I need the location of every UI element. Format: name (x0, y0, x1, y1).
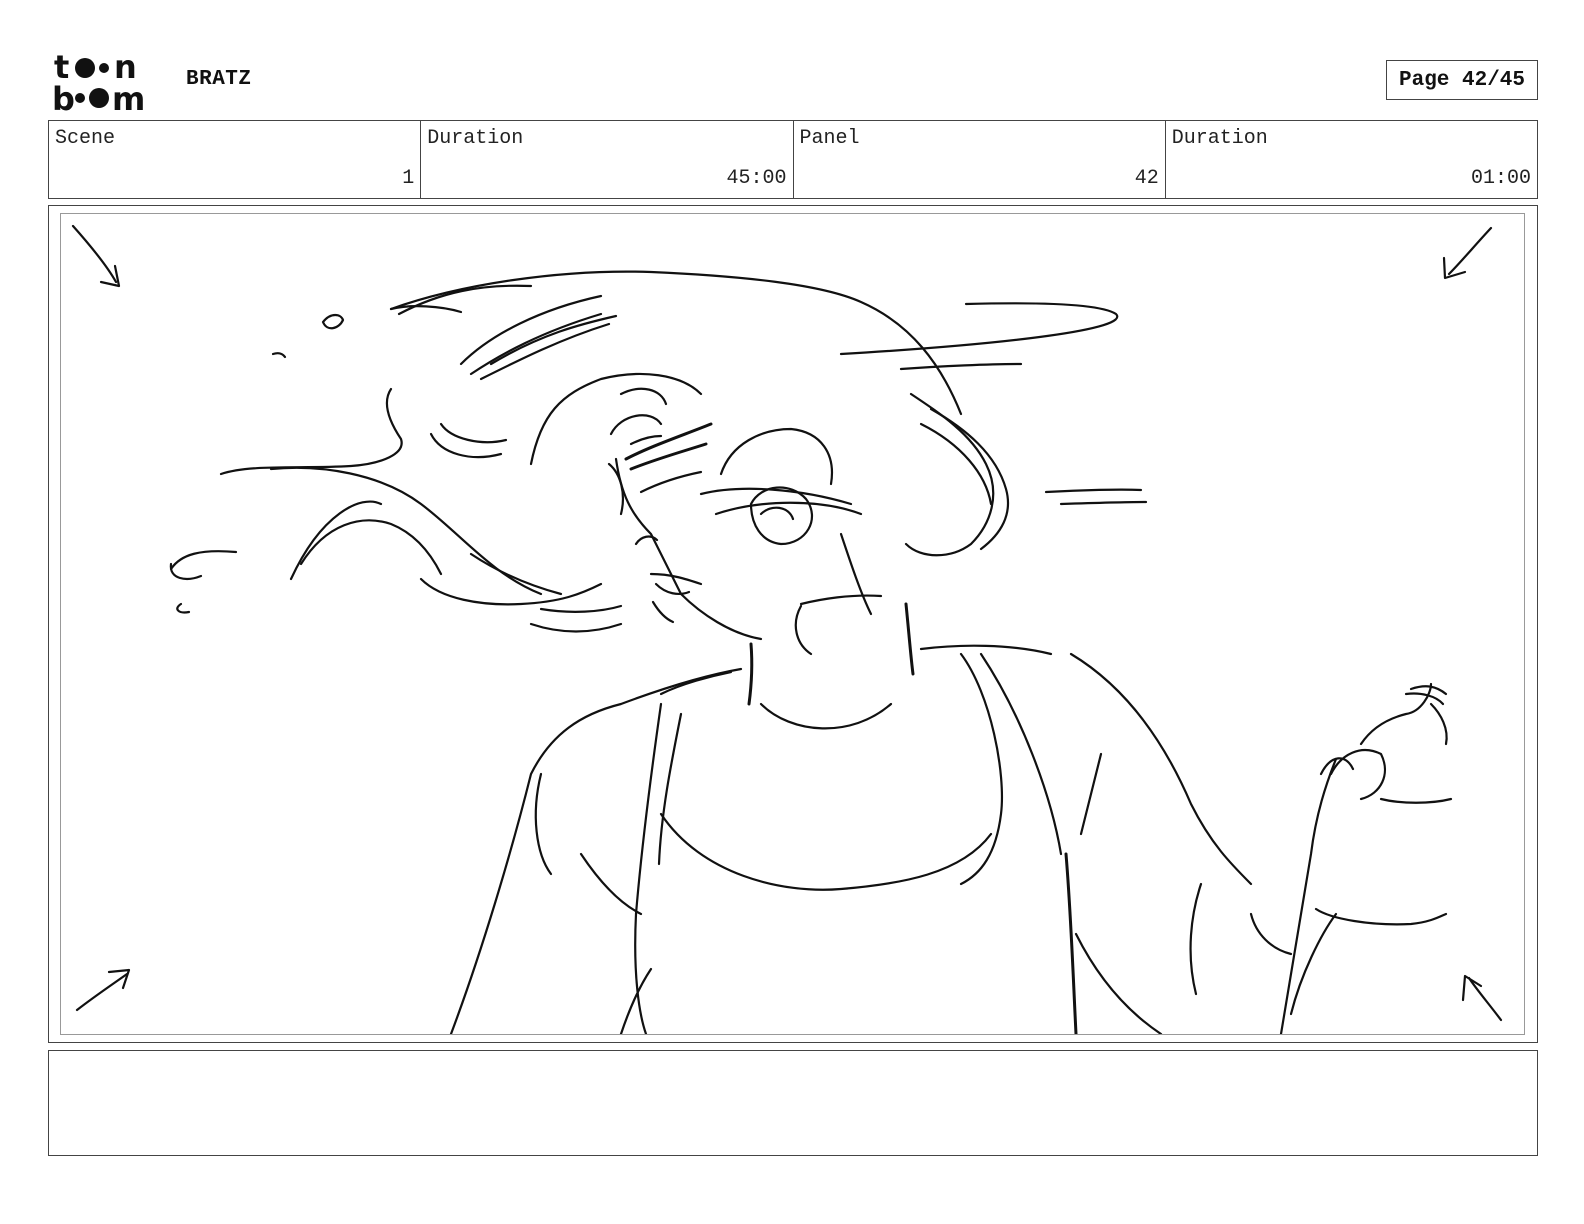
page-indicator: Page 42/45 (1386, 60, 1538, 100)
storyboard-panel (48, 205, 1538, 1043)
panel-duration-label: Duration (1171, 127, 1268, 150)
panel-label: Panel (799, 127, 860, 150)
corner-arrow-bottom-right-icon (1461, 974, 1503, 1022)
scene-cell: Scene 1 (49, 121, 422, 198)
corner-arrow-top-left-icon (71, 224, 121, 288)
panel-notes-box (48, 1050, 1538, 1156)
scene-duration-label: Duration (427, 127, 524, 150)
panel-value: 42 (1134, 167, 1159, 190)
panel-duration-value: 01:00 (1470, 167, 1531, 190)
info-row: Scene 1 Duration 45:00 Panel 42 Duration… (48, 120, 1538, 199)
svg-text:b: b (52, 80, 75, 112)
corner-arrow-bottom-left-icon (75, 968, 131, 1012)
scene-value: 1 (402, 167, 415, 190)
scene-duration-cell: Duration 45:00 (421, 121, 794, 198)
corner-arrow-top-right-icon (1442, 226, 1493, 280)
scene-label: Scene (55, 127, 116, 150)
panel-safe-area (60, 213, 1525, 1035)
svg-text:m: m (112, 80, 145, 112)
panel-duration-cell: Duration 01:00 (1166, 121, 1537, 198)
scene-duration-value: 45:00 (726, 167, 787, 190)
panel-cell: Panel 42 (794, 121, 1166, 198)
character-sketch (71, 224, 1503, 1034)
project-title: BRATZ (186, 68, 252, 91)
toon-boom-logo: t n b m (52, 50, 145, 112)
